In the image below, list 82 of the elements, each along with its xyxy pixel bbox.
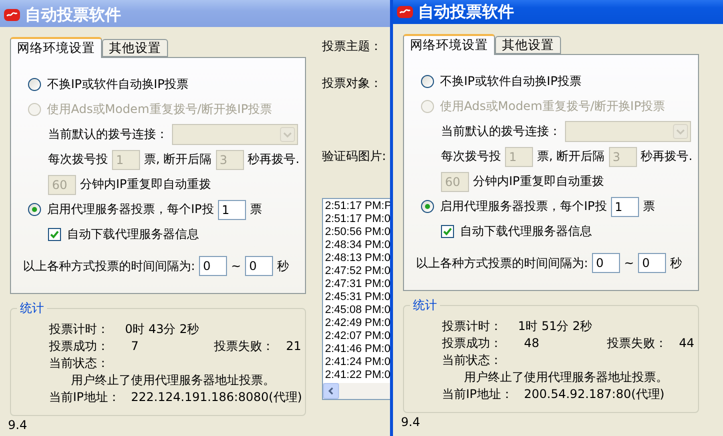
stat-label: 当前IP地址： <box>49 389 121 405</box>
number-field[interactable]: 0 <box>592 253 620 273</box>
stat-label: 投票失败： <box>607 335 668 351</box>
log-entry: 2:45:08 PM:0 <box>325 304 392 317</box>
number-field[interactable]: 0 <box>199 256 228 276</box>
label-text: 票, 断开后隔 <box>537 148 605 165</box>
tab[interactable]: 网络环境设置 <box>403 34 495 55</box>
log-entry: 2:42:07 PM:0 <box>325 330 392 343</box>
stat-value: 21 <box>286 338 302 354</box>
field-label: 投票对象： <box>322 75 383 92</box>
stat-value: 48 <box>524 335 540 351</box>
scroll-left-button[interactable] <box>323 383 339 399</box>
checkbox-option[interactable]: 自动下载代理服务器信息 <box>48 226 199 243</box>
stat-label: 投票成功： <box>442 335 503 351</box>
label-text: 票, 断开后隔 <box>144 151 212 168</box>
field-label: 投票主题： <box>322 38 383 55</box>
number-field[interactable]: 1 <box>218 200 246 220</box>
app-logo-icon <box>397 4 413 20</box>
version-text: 9.4 <box>401 415 422 429</box>
log-entry: 2:45:31 PM:0 <box>325 291 392 304</box>
radio-option[interactable]: 不换IP或软件自动换IP投票 <box>28 76 189 93</box>
label-text: 每次拨号投 <box>441 148 501 165</box>
stat-label: 投票计时： <box>49 321 110 337</box>
label-text: ~ <box>624 256 634 270</box>
log-entry: 2:47:31 PM:0 <box>325 278 392 291</box>
label-text: 每次拨号投 <box>48 151 108 168</box>
stat-label: 投票计时： <box>442 318 503 334</box>
stat-label: 投票成功： <box>49 338 110 354</box>
label-text: ~ <box>231 259 242 273</box>
stat-value: 44 <box>679 335 694 351</box>
stat-label: 当前状态： <box>49 355 109 371</box>
status-message: 用户终止了使用代理服务器地址投票。 <box>464 369 668 385</box>
log-entry: 2:51:17 PM:0 <box>325 213 392 226</box>
label-text: 秒再拨号. <box>248 151 300 168</box>
label-text: 以上各种方式投票的时间间隔为: <box>23 258 196 274</box>
tab[interactable]: 其他设置 <box>495 36 561 54</box>
label-text: 票 <box>642 198 655 215</box>
log-entry: 2:48:34 PM:0 <box>325 239 392 252</box>
label-text: 分钟内IP重复即自动重拨 <box>80 176 211 193</box>
checkmark-icon <box>50 230 59 239</box>
window-title: 自动投票软件 <box>418 2 514 22</box>
label-text: 分钟内IP重复即自动重拨 <box>473 173 604 190</box>
stat-label: 当前IP地址： <box>442 386 514 402</box>
number-field[interactable]: 0 <box>245 256 274 276</box>
label-text: 以上各种方式投票的时间间隔为: <box>416 254 588 272</box>
window-title: 自动投票软件 <box>25 4 121 26</box>
stat-value: 7 <box>131 338 140 354</box>
log-entry: 2:42:49 PM:0 <box>325 317 392 330</box>
checkmark-icon <box>443 227 452 236</box>
app-logo-icon <box>4 7 20 23</box>
log-entry: 2:41:22 PM:0 <box>325 369 392 382</box>
stat-label: 投票失败： <box>214 338 275 354</box>
radio-option[interactable]: 不换IP或软件自动换IP投票 <box>421 73 582 90</box>
stat-value: 1时 51分 2秒 <box>518 318 592 334</box>
label-text: 秒再拨号. <box>640 148 692 165</box>
label-text: 秒 <box>670 254 682 272</box>
version-text: 9.4 <box>8 418 28 432</box>
status-message: 用户终止了使用代理服务器地址投票。 <box>71 372 275 388</box>
log-entry: 2:50:56 PM:0 <box>325 226 392 239</box>
stat-label: 当前状态： <box>442 352 502 368</box>
log-entry: 2:41:24 PM:0 <box>325 356 392 369</box>
label-text: 当前默认的拨号连接： <box>48 126 168 143</box>
group-title: 统计 <box>410 297 440 313</box>
label-text: 票 <box>250 201 262 218</box>
number-field[interactable]: 1 <box>610 196 639 216</box>
number-field[interactable]: 0 <box>638 253 666 273</box>
log-entry: 2:41:46 PM:0 <box>325 343 392 356</box>
stat-value: 222.124.191.186:8080(代理) <box>131 389 302 405</box>
field-label: 验证码图片: <box>322 148 388 165</box>
checkbox-option[interactable]: 自动下载代理服务器信息 <box>441 223 592 240</box>
stat-value: 200.54.92.187:80(代理) <box>524 386 664 402</box>
tab[interactable]: 网络环境设置 <box>10 37 102 58</box>
log-entry: 2:47:52 PM:0 <box>325 265 392 278</box>
group-title: 统计 <box>17 300 47 316</box>
log-entry: 2:51:17 PM:P <box>325 200 392 213</box>
stat-value: 0时 43分 2秒 <box>125 321 200 337</box>
radio-option[interactable]: 启用代理服务器投票，每个IP投 <box>28 201 214 218</box>
tab[interactable]: 其他设置 <box>102 39 168 57</box>
label-text: 秒 <box>277 258 290 274</box>
log-entry: 2:48:13 PM:0 <box>325 252 392 265</box>
radio-option[interactable]: 启用代理服务器投票，每个IP投 <box>421 198 607 215</box>
label-text: 当前默认的拨号连接： <box>441 123 561 140</box>
